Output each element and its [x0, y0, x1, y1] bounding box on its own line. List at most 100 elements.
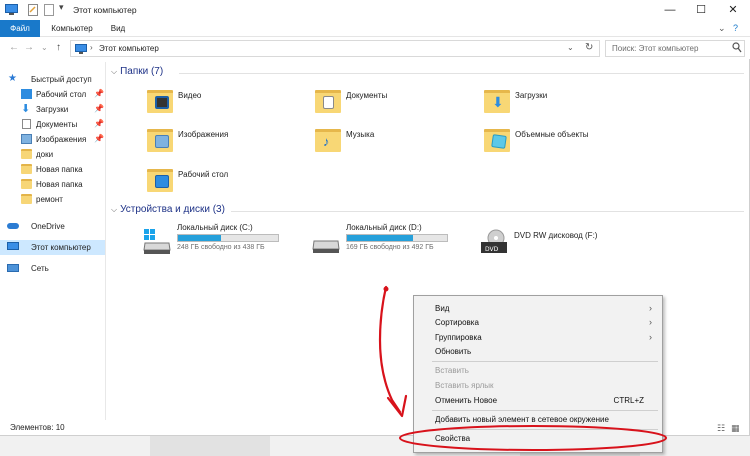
recent-dropdown-icon[interactable]: ⌄	[41, 43, 48, 52]
sidebar-item-network[interactable]: Сеть	[0, 261, 105, 276]
address-dropdown-icon[interactable]: ⌄	[567, 43, 574, 52]
folder-pictures[interactable]: Изображения	[147, 126, 307, 160]
menu-item-label: Группировка	[435, 333, 482, 342]
folder-videos[interactable]: Видео	[147, 87, 307, 121]
menu-item-label: Обновить	[435, 347, 472, 356]
back-arrow-icon[interactable]: ←	[9, 42, 19, 53]
menu-separator	[432, 429, 658, 430]
sidebar-item-doki[interactable]: доки	[0, 147, 105, 162]
drive-usage-fill	[178, 235, 221, 241]
tab-view[interactable]: Вид	[104, 20, 132, 37]
folders-group-header[interactable]: ⌵ Папки (7)	[111, 66, 163, 77]
sidebar-item-remont[interactable]: ремонт	[0, 192, 105, 207]
tab-file[interactable]: Файл	[0, 20, 40, 37]
new-folder-icon[interactable]	[44, 4, 54, 18]
3d-objects-folder-icon	[484, 126, 510, 154]
devices-group-header[interactable]: ⌵ Устройства и диски (3)	[111, 204, 225, 215]
properties-icon[interactable]	[28, 4, 38, 18]
sidebar-item-documents[interactable]: Документы 📌	[0, 117, 105, 132]
video-folder-icon	[147, 87, 173, 115]
item-count: Элементов: 10	[10, 423, 65, 432]
folder-music[interactable]: ♪ Музыка	[315, 126, 475, 160]
tab-computer[interactable]: Компьютер	[44, 20, 100, 37]
sidebar-item-label: Новая папка	[36, 180, 83, 189]
sidebar-item-new-folder[interactable]: Новая папка	[0, 162, 105, 177]
sidebar-item-pictures[interactable]: Изображения 📌	[0, 132, 105, 147]
folder-desktop[interactable]: Рабочий стол	[147, 166, 307, 200]
desktop-folder-icon	[147, 166, 173, 194]
computer-icon	[7, 242, 19, 250]
music-folder-icon: ♪	[315, 126, 341, 154]
menu-item-add-network-location[interactable]: Добавить новый элемент в сетевое окружен…	[414, 413, 662, 427]
submenu-arrow-icon: ›	[649, 332, 652, 342]
pin-icon: 📌	[94, 104, 104, 113]
folder-3d-objects[interactable]: Объемные объекты	[484, 126, 644, 160]
sidebar-item-new-folder-2[interactable]: Новая папка	[0, 177, 105, 192]
menu-item-undo-new[interactable]: Отменить Новое CTRL+Z	[414, 394, 662, 408]
drive-c[interactable]: Локальный диск (C:) 248 ГБ свободно из 4…	[143, 223, 313, 263]
drive-label: Локальный диск (C:)	[177, 223, 253, 232]
drive-usage-bar	[346, 234, 448, 242]
drive-f[interactable]: DVD DVD RW дисковод (F:)	[480, 223, 650, 263]
submenu-arrow-icon: ›	[649, 317, 652, 327]
submenu-arrow-icon: ›	[649, 303, 652, 313]
menu-item-refresh[interactable]: Обновить	[414, 345, 662, 359]
maximize-button[interactable]: ☐	[686, 0, 716, 20]
sidebar-item-label: Загрузки	[36, 105, 69, 114]
sidebar-item-desktop[interactable]: Рабочий стол 📌	[0, 87, 105, 102]
menu-item-view[interactable]: Вид ›	[414, 302, 662, 316]
folder-label: Музыка	[346, 130, 375, 139]
large-icons-view-icon[interactable]: ▦	[731, 423, 740, 434]
menu-item-shortcut: CTRL+Z	[613, 396, 644, 405]
close-button[interactable]: ✕	[718, 0, 748, 20]
details-view-icon[interactable]: ☷	[717, 423, 725, 434]
hard-drive-icon	[312, 229, 340, 253]
menu-item-group[interactable]: Группировка ›	[414, 331, 662, 345]
drive-free-space: 248 ГБ свободно из 438 ГБ	[177, 244, 265, 251]
menu-item-label: Свойства	[435, 434, 471, 443]
expand-ribbon-icon[interactable]: ⌄	[718, 23, 726, 34]
quick-access-dropdown-icon[interactable]: ▾	[59, 2, 64, 13]
sidebar-item-this-pc[interactable]: Этот компьютер	[0, 240, 105, 255]
sidebar-item-label: Изображения	[36, 135, 87, 144]
title-bar: ▾ Этот компьютер — ☐ ✕	[0, 0, 750, 20]
address-row: ← → ⌄ ↑ › Этот компьютер ⌄ ↻ Поиск: Этот…	[0, 37, 750, 59]
refresh-icon[interactable]: ↻	[585, 42, 593, 53]
sidebar-item-onedrive[interactable]: OneDrive	[0, 219, 105, 234]
ribbon-tabs: Файл Компьютер Вид ⌄ ?	[0, 20, 750, 37]
menu-item-label: Отменить Новое	[435, 396, 498, 405]
breadcrumb[interactable]: Этот компьютер	[99, 44, 159, 53]
sidebar-item-quick-access[interactable]: ★ Быстрый доступ	[0, 72, 105, 87]
chevron-down-icon: ⌵	[111, 205, 118, 214]
up-arrow-icon[interactable]: ↑	[56, 42, 61, 53]
menu-item-sort[interactable]: Сортировка ›	[414, 316, 662, 330]
menu-item-label: Вид	[435, 304, 450, 313]
address-bar[interactable]: › Этот компьютер ⌄ ↻	[70, 40, 600, 57]
drive-d[interactable]: Локальный диск (D:) 169 ГБ свободно из 4…	[312, 223, 482, 263]
pictures-icon	[21, 134, 32, 144]
folder-icon	[21, 179, 32, 189]
folder-icon	[21, 149, 32, 159]
divider	[231, 211, 744, 212]
forward-arrow-icon[interactable]: →	[24, 42, 34, 53]
network-icon	[7, 264, 19, 272]
downloads-folder-icon: ⬇	[484, 87, 510, 115]
minimize-button[interactable]: —	[655, 0, 685, 20]
folder-downloads[interactable]: ⬇ Загрузки	[484, 87, 644, 121]
group-title: Устройства и диски (3)	[120, 204, 225, 215]
folder-label: Видео	[178, 91, 202, 100]
pin-icon: 📌	[94, 134, 104, 143]
folder-label: Документы	[346, 91, 388, 100]
folder-documents[interactable]: Документы	[315, 87, 475, 121]
sidebar-item-label: Новая папка	[36, 165, 83, 174]
sidebar-item-downloads[interactable]: ⬇ Загрузки 📌	[0, 102, 105, 117]
menu-item-properties[interactable]: Свойства	[414, 432, 662, 446]
pin-icon: 📌	[94, 89, 104, 98]
help-icon[interactable]: ?	[733, 23, 738, 33]
sidebar-item-label: Документы	[36, 120, 78, 129]
documents-folder-icon	[315, 87, 341, 115]
menu-item-label: Вставить ярлык	[435, 381, 494, 390]
search-placeholder: Поиск: Этот компьютер	[612, 44, 699, 53]
folder-label: Изображения	[178, 130, 229, 139]
search-input[interactable]: Поиск: Этот компьютер	[605, 40, 745, 57]
